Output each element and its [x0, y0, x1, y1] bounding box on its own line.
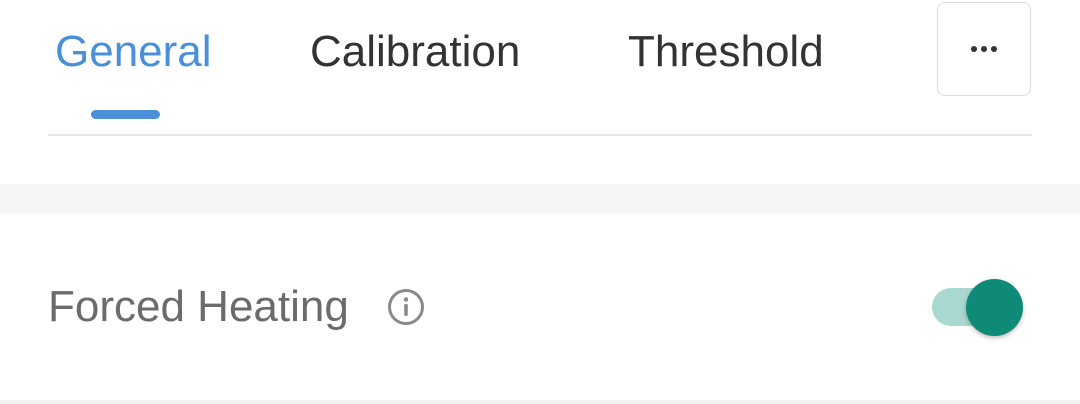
- more-horizontal-icon: [971, 46, 997, 52]
- active-tab-indicator: [91, 110, 160, 119]
- tab-threshold[interactable]: Threshold: [628, 22, 824, 82]
- bottom-separator: [0, 400, 1080, 404]
- tab-bar: General Calibration Threshold: [0, 0, 1080, 140]
- forced-heating-toggle[interactable]: [930, 278, 1026, 336]
- toggle-knob: [966, 279, 1023, 336]
- tab-divider: [48, 134, 1032, 136]
- more-options-button[interactable]: [937, 2, 1031, 96]
- info-icon[interactable]: [387, 288, 425, 326]
- tab-general[interactable]: General: [55, 22, 212, 82]
- section-separator: [0, 184, 1080, 214]
- setting-label: Forced Heating: [48, 282, 349, 331]
- tab-calibration[interactable]: Calibration: [310, 22, 520, 82]
